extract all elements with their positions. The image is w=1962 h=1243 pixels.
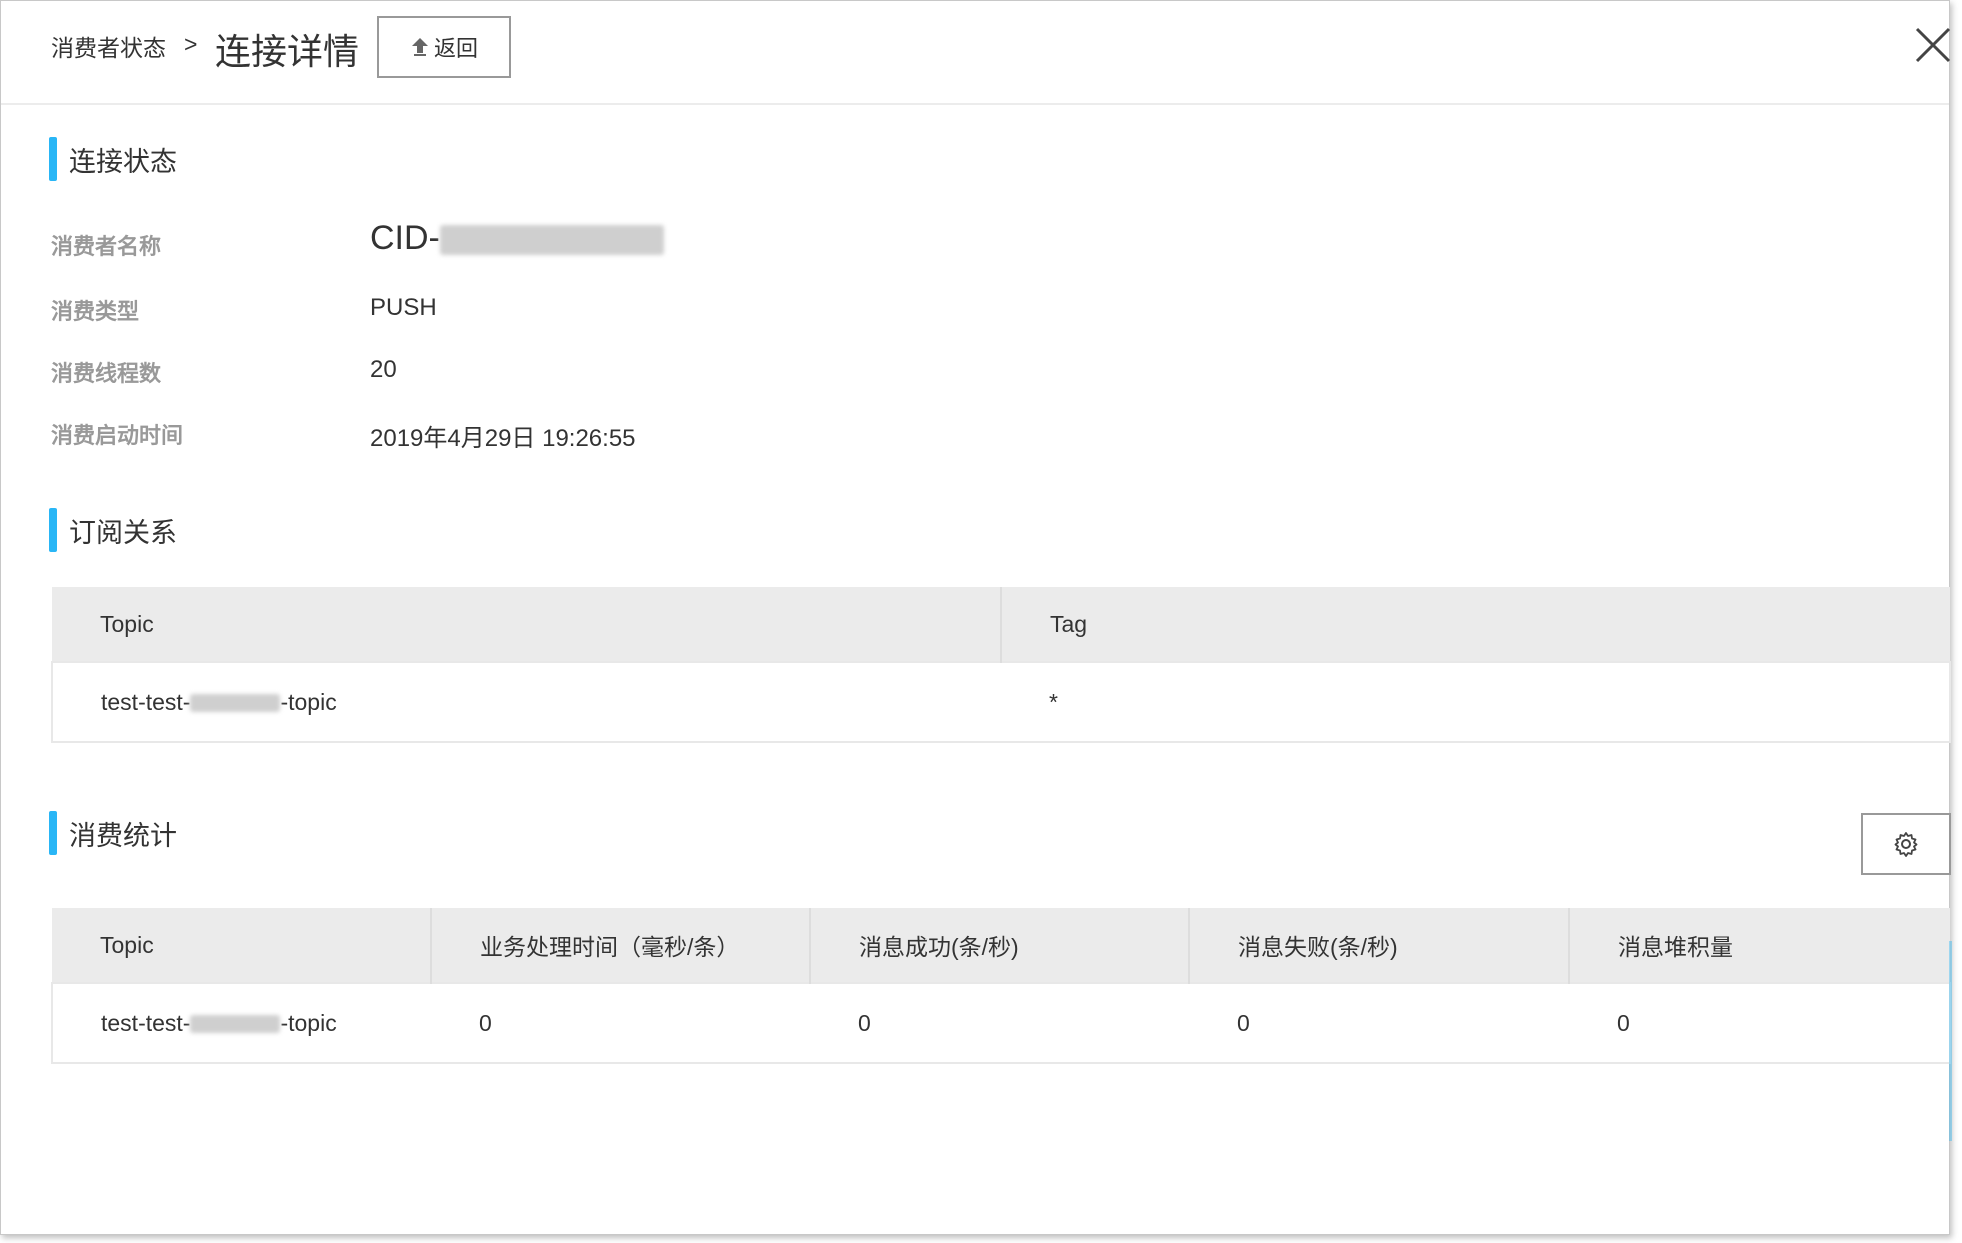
start-time-value: 2019年4月29日 19:26:55 (370, 425, 636, 452)
section-accent-bar (49, 137, 57, 181)
processing-time-cell: 0 (431, 983, 810, 1063)
table-row: test-test- -topic * (52, 662, 1950, 742)
section-accent-bar (49, 508, 57, 552)
start-time-label: 消费启动时间 (51, 423, 184, 448)
stats-table: Topic 业务处理时间（毫秒/条） 消息成功(条/秒) 消息失败(条/秒) 消… (51, 908, 1951, 1064)
tag-cell: * (1001, 662, 1950, 742)
consume-type-value: PUSH (370, 294, 437, 321)
upload-arrow-icon (411, 38, 428, 56)
thread-count-value: 20 (370, 356, 397, 383)
consumer-name-value: CID- (370, 219, 664, 258)
section-accent-bar (49, 811, 57, 855)
settings-button[interactable] (1861, 813, 1951, 875)
scrollbar-track[interactable] (1949, 941, 1952, 1141)
consumer-name-label: 消费者名称 (51, 234, 162, 259)
connection-detail-panel: 消费者状态 > 连接详情 返回 连接状态 消费者名称 CID- 消费类型 PUS… (0, 0, 1952, 1235)
topic-suffix: -topic (280, 688, 337, 715)
back-button[interactable]: 返回 (377, 16, 511, 78)
backlog-cell: 0 (1569, 983, 1950, 1063)
failure-cell: 0 (1189, 983, 1569, 1063)
column-header-processing-time: 业务处理时间（毫秒/条） (431, 908, 811, 983)
column-header-topic: Topic (52, 587, 1002, 662)
consume-type-label: 消费类型 (51, 299, 140, 324)
redacted-text (190, 694, 281, 713)
section-title-text: 消费统计 (69, 820, 177, 851)
page-title: 连接详情 (215, 31, 360, 72)
breadcrumb-separator: > (184, 31, 198, 57)
thread-count-label: 消费线程数 (51, 361, 162, 386)
column-header-backlog: 消息堆积量 (1569, 908, 1950, 983)
column-header-topic: Topic (52, 908, 432, 983)
redacted-text (439, 225, 664, 256)
success-cell: 0 (810, 983, 1189, 1063)
redacted-text (190, 1015, 281, 1034)
topic-cell: test-test- -topic (52, 983, 431, 1063)
section-title-text: 连接状态 (69, 146, 177, 177)
topic-suffix: -topic (280, 1009, 337, 1036)
column-header-success: 消息成功(条/秒) (810, 908, 1190, 983)
panel-header: 消费者状态 > 连接详情 返回 (1, 1, 1951, 105)
section-title-stats: 消费统计 (49, 811, 177, 855)
section-title-subscription: 订阅关系 (49, 508, 177, 552)
breadcrumb-parent[interactable]: 消费者状态 (51, 29, 166, 63)
section-title-text: 订阅关系 (69, 517, 177, 548)
back-button-label: 返回 (433, 36, 478, 61)
consumer-name-prefix: CID- (370, 219, 440, 257)
gear-icon (1894, 832, 1918, 857)
subscription-table: Topic Tag test-test- -topic * (51, 587, 1951, 743)
section-title-connection: 连接状态 (49, 137, 177, 181)
close-icon[interactable] (1913, 25, 1953, 65)
column-header-tag: Tag (1001, 587, 1950, 662)
topic-prefix: test-test- (101, 1009, 191, 1036)
table-row: test-test- -topic 0 0 0 0 (52, 983, 1950, 1063)
topic-prefix: test-test- (101, 688, 191, 715)
topic-cell: test-test- -topic (52, 662, 1001, 742)
column-header-failure: 消息失败(条/秒) (1189, 908, 1570, 983)
